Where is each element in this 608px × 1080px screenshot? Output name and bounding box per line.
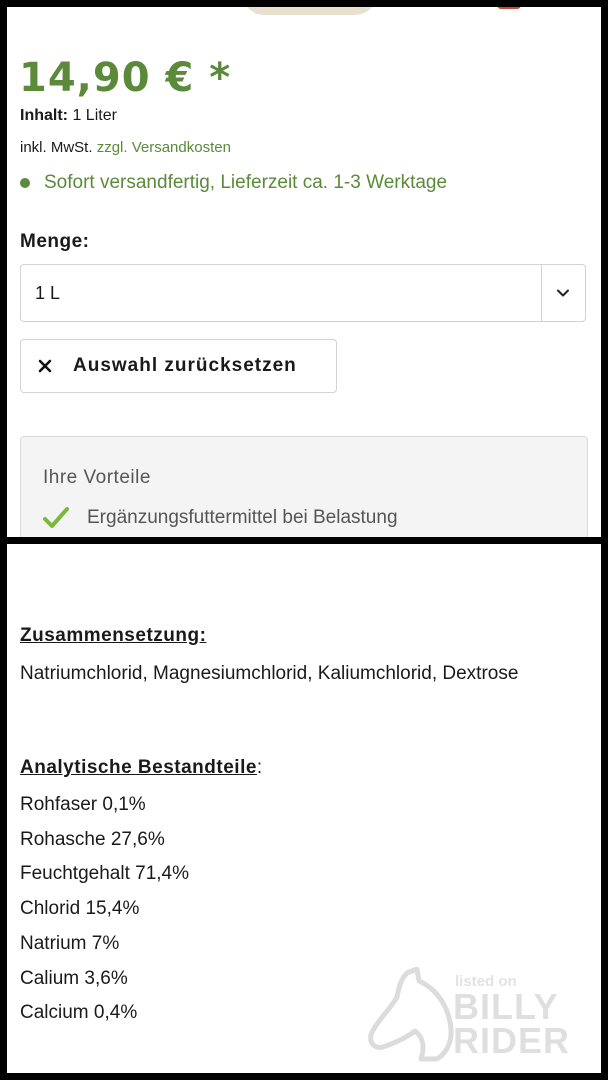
reset-selection-button[interactable]: Auswahl zurücksetzen	[20, 339, 337, 393]
benefit-text: Ergänzungsfuttermittel bei Belastung	[87, 507, 398, 528]
list-item: Chlorid 15,4%	[20, 898, 140, 920]
list-item: Calium 3,6%	[20, 967, 128, 989]
analytics-list: Rohfaser 0,1% Rohasche 27,6% Feuchtgehal…	[20, 788, 189, 1031]
list-item: Rohfaser 0,1%	[20, 794, 146, 815]
quantity-select[interactable]: 1 L	[20, 264, 586, 322]
product-image-detail	[497, 7, 521, 9]
benefits-box: Ihre Vorteile Ergänzungsfuttermittel bei…	[20, 436, 588, 537]
watermark-rider: RIDER	[453, 1020, 571, 1061]
chevron-down-icon	[557, 289, 569, 297]
availability-text: Sofort versandfertig, Lieferzeit ca. 1-3…	[44, 172, 448, 193]
analytics-heading: Analytische Bestandteile	[20, 757, 257, 778]
content-value: 1 Liter	[72, 107, 117, 124]
product-image	[242, 7, 377, 15]
content-info: Inhalt: 1 Liter	[20, 107, 117, 125]
close-icon	[38, 359, 52, 373]
tax-info: inkl. MwSt. zzgl. Versandkosten	[20, 139, 231, 156]
list-item: Feuchtgehalt 71,4%	[20, 863, 190, 885]
reset-selection-label: Auswahl zurücksetzen	[73, 355, 297, 376]
list-item: Natrium 7%	[20, 932, 120, 954]
quantity-label: Menge:	[20, 231, 90, 252]
quantity-dropdown-toggle[interactable]	[541, 265, 585, 321]
benefit-item: Ergänzungsfuttermittel bei Belastung	[43, 506, 398, 530]
checkmark-icon	[43, 507, 69, 528]
status-dot-icon	[20, 178, 30, 188]
list-item: Calcium 0,4%	[20, 1002, 138, 1024]
composition-text: Natriumchlorid, Magnesiumchlorid, Kalium…	[20, 663, 519, 684]
analytics-heading-suffix: :	[256, 757, 263, 778]
tax-text: inkl. MwSt.	[20, 139, 93, 156]
product-price: 14,90 € *	[19, 55, 232, 101]
shipping-costs-link[interactable]: zzgl. Versandkosten	[97, 139, 231, 156]
quantity-selected-value: 1 L	[35, 283, 61, 303]
analytics-heading-row: Analytische Bestandteile:	[20, 757, 262, 779]
billy-rider-watermark: listed on BILLY RIDER	[367, 967, 587, 1065]
horse-head-icon	[368, 967, 454, 1062]
list-item: Rohasche 27,6%	[20, 828, 165, 850]
composition-heading: Zusammensetzung:	[20, 625, 207, 646]
benefits-title: Ihre Vorteile	[43, 467, 151, 488]
product-panel: 14,90 € * Inhalt: 1 Liter inkl. MwSt. zz…	[7, 7, 601, 537]
availability-status: Sofort versandfertig, Lieferzeit ca. 1-3…	[20, 172, 447, 194]
product-details-panel: Zusammensetzung: Natriumchlorid, Magnesi…	[7, 544, 601, 1073]
content-label: Inhalt:	[20, 107, 68, 124]
